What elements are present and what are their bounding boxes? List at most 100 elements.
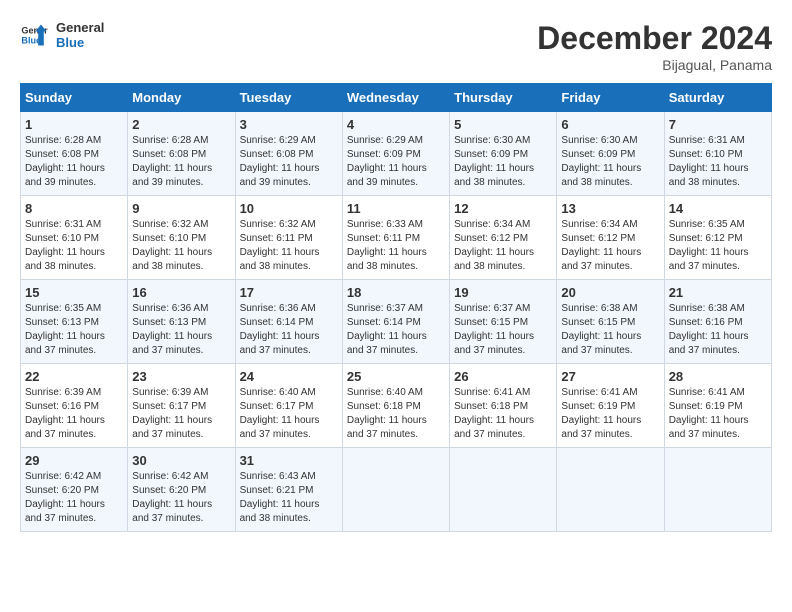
table-row: 17 Sunrise: 6:36 AM Sunset: 6:14 PM Dayl… bbox=[235, 280, 342, 364]
calendar-week-row: 8 Sunrise: 6:31 AM Sunset: 6:10 PM Dayli… bbox=[21, 196, 772, 280]
cell-sunrise: Sunrise: 6:39 AM bbox=[132, 387, 208, 398]
cell-daylight: Daylight: 11 hours and 37 minutes. bbox=[669, 331, 749, 356]
cell-sunset: Sunset: 6:14 PM bbox=[240, 317, 314, 328]
table-row bbox=[342, 448, 449, 532]
cell-sunset: Sunset: 6:16 PM bbox=[25, 401, 99, 412]
day-number: 29 bbox=[25, 453, 123, 468]
table-row: 16 Sunrise: 6:36 AM Sunset: 6:13 PM Dayl… bbox=[128, 280, 235, 364]
day-number: 31 bbox=[240, 453, 338, 468]
cell-sunrise: Sunrise: 6:31 AM bbox=[25, 219, 101, 230]
cell-daylight: Daylight: 11 hours and 38 minutes. bbox=[347, 247, 427, 272]
cell-sunset: Sunset: 6:12 PM bbox=[454, 233, 528, 244]
calendar-week-row: 29 Sunrise: 6:42 AM Sunset: 6:20 PM Dayl… bbox=[21, 448, 772, 532]
cell-sunset: Sunset: 6:19 PM bbox=[561, 401, 635, 412]
day-number: 26 bbox=[454, 369, 552, 384]
cell-sunrise: Sunrise: 6:38 AM bbox=[561, 303, 637, 314]
col-sunday: Sunday bbox=[21, 84, 128, 112]
logo: General Blue General Blue bbox=[20, 20, 104, 50]
cell-daylight: Daylight: 11 hours and 37 minutes. bbox=[132, 415, 212, 440]
table-row: 5 Sunrise: 6:30 AM Sunset: 6:09 PM Dayli… bbox=[450, 112, 557, 196]
table-row: 20 Sunrise: 6:38 AM Sunset: 6:15 PM Dayl… bbox=[557, 280, 664, 364]
table-row: 6 Sunrise: 6:30 AM Sunset: 6:09 PM Dayli… bbox=[557, 112, 664, 196]
cell-sunset: Sunset: 6:08 PM bbox=[240, 149, 314, 160]
table-row: 31 Sunrise: 6:43 AM Sunset: 6:21 PM Dayl… bbox=[235, 448, 342, 532]
cell-daylight: Daylight: 11 hours and 38 minutes. bbox=[240, 247, 320, 272]
cell-sunset: Sunset: 6:09 PM bbox=[454, 149, 528, 160]
cell-sunrise: Sunrise: 6:41 AM bbox=[561, 387, 637, 398]
table-row: 3 Sunrise: 6:29 AM Sunset: 6:08 PM Dayli… bbox=[235, 112, 342, 196]
cell-sunrise: Sunrise: 6:36 AM bbox=[132, 303, 208, 314]
cell-sunset: Sunset: 6:15 PM bbox=[454, 317, 528, 328]
table-row bbox=[450, 448, 557, 532]
cell-sunrise: Sunrise: 6:30 AM bbox=[561, 135, 637, 146]
calendar-week-row: 22 Sunrise: 6:39 AM Sunset: 6:16 PM Dayl… bbox=[21, 364, 772, 448]
calendar-table: Sunday Monday Tuesday Wednesday Thursday… bbox=[20, 83, 772, 532]
table-row: 1 Sunrise: 6:28 AM Sunset: 6:08 PM Dayli… bbox=[21, 112, 128, 196]
table-row bbox=[664, 448, 771, 532]
table-row: 24 Sunrise: 6:40 AM Sunset: 6:17 PM Dayl… bbox=[235, 364, 342, 448]
cell-daylight: Daylight: 11 hours and 38 minutes. bbox=[561, 163, 641, 188]
cell-daylight: Daylight: 11 hours and 37 minutes. bbox=[132, 331, 212, 356]
cell-sunrise: Sunrise: 6:29 AM bbox=[240, 135, 316, 146]
col-thursday: Thursday bbox=[450, 84, 557, 112]
day-number: 24 bbox=[240, 369, 338, 384]
day-number: 7 bbox=[669, 117, 767, 132]
cell-daylight: Daylight: 11 hours and 37 minutes. bbox=[347, 331, 427, 356]
cell-sunrise: Sunrise: 6:36 AM bbox=[240, 303, 316, 314]
day-number: 6 bbox=[561, 117, 659, 132]
day-number: 14 bbox=[669, 201, 767, 216]
cell-sunset: Sunset: 6:17 PM bbox=[132, 401, 206, 412]
cell-sunrise: Sunrise: 6:40 AM bbox=[240, 387, 316, 398]
cell-sunrise: Sunrise: 6:38 AM bbox=[669, 303, 745, 314]
table-row: 23 Sunrise: 6:39 AM Sunset: 6:17 PM Dayl… bbox=[128, 364, 235, 448]
day-number: 17 bbox=[240, 285, 338, 300]
cell-sunset: Sunset: 6:14 PM bbox=[347, 317, 421, 328]
day-number: 12 bbox=[454, 201, 552, 216]
cell-sunrise: Sunrise: 6:39 AM bbox=[25, 387, 101, 398]
table-row: 13 Sunrise: 6:34 AM Sunset: 6:12 PM Dayl… bbox=[557, 196, 664, 280]
cell-daylight: Daylight: 11 hours and 37 minutes. bbox=[25, 415, 105, 440]
table-row: 8 Sunrise: 6:31 AM Sunset: 6:10 PM Dayli… bbox=[21, 196, 128, 280]
day-number: 1 bbox=[25, 117, 123, 132]
cell-sunset: Sunset: 6:15 PM bbox=[561, 317, 635, 328]
cell-daylight: Daylight: 11 hours and 37 minutes. bbox=[240, 331, 320, 356]
cell-sunset: Sunset: 6:19 PM bbox=[669, 401, 743, 412]
col-monday: Monday bbox=[128, 84, 235, 112]
cell-sunset: Sunset: 6:18 PM bbox=[347, 401, 421, 412]
cell-sunrise: Sunrise: 6:34 AM bbox=[561, 219, 637, 230]
cell-sunset: Sunset: 6:16 PM bbox=[669, 317, 743, 328]
cell-sunrise: Sunrise: 6:29 AM bbox=[347, 135, 423, 146]
cell-sunset: Sunset: 6:11 PM bbox=[347, 233, 420, 244]
table-row: 2 Sunrise: 6:28 AM Sunset: 6:08 PM Dayli… bbox=[128, 112, 235, 196]
calendar-week-row: 1 Sunrise: 6:28 AM Sunset: 6:08 PM Dayli… bbox=[21, 112, 772, 196]
cell-sunrise: Sunrise: 6:42 AM bbox=[25, 471, 101, 482]
cell-sunset: Sunset: 6:20 PM bbox=[25, 485, 99, 496]
calendar-header-row: Sunday Monday Tuesday Wednesday Thursday… bbox=[21, 84, 772, 112]
cell-sunrise: Sunrise: 6:41 AM bbox=[454, 387, 530, 398]
table-row: 19 Sunrise: 6:37 AM Sunset: 6:15 PM Dayl… bbox=[450, 280, 557, 364]
cell-sunrise: Sunrise: 6:28 AM bbox=[25, 135, 101, 146]
cell-sunset: Sunset: 6:20 PM bbox=[132, 485, 206, 496]
day-number: 30 bbox=[132, 453, 230, 468]
cell-sunset: Sunset: 6:11 PM bbox=[240, 233, 313, 244]
cell-sunset: Sunset: 6:17 PM bbox=[240, 401, 314, 412]
logo-blue: Blue bbox=[56, 35, 104, 50]
cell-daylight: Daylight: 11 hours and 39 minutes. bbox=[25, 163, 105, 188]
table-row: 18 Sunrise: 6:37 AM Sunset: 6:14 PM Dayl… bbox=[342, 280, 449, 364]
title-block: December 2024 Bijagual, Panama bbox=[537, 20, 772, 73]
cell-sunrise: Sunrise: 6:30 AM bbox=[454, 135, 530, 146]
day-number: 20 bbox=[561, 285, 659, 300]
day-number: 10 bbox=[240, 201, 338, 216]
day-number: 15 bbox=[25, 285, 123, 300]
day-number: 3 bbox=[240, 117, 338, 132]
cell-daylight: Daylight: 11 hours and 37 minutes. bbox=[347, 415, 427, 440]
logo-icon: General Blue bbox=[20, 21, 48, 49]
cell-daylight: Daylight: 11 hours and 37 minutes. bbox=[669, 415, 749, 440]
cell-sunrise: Sunrise: 6:32 AM bbox=[240, 219, 316, 230]
cell-sunrise: Sunrise: 6:37 AM bbox=[454, 303, 530, 314]
table-row: 12 Sunrise: 6:34 AM Sunset: 6:12 PM Dayl… bbox=[450, 196, 557, 280]
cell-daylight: Daylight: 11 hours and 37 minutes. bbox=[669, 247, 749, 272]
day-number: 22 bbox=[25, 369, 123, 384]
cell-sunset: Sunset: 6:12 PM bbox=[561, 233, 635, 244]
cell-daylight: Daylight: 11 hours and 38 minutes. bbox=[454, 163, 534, 188]
